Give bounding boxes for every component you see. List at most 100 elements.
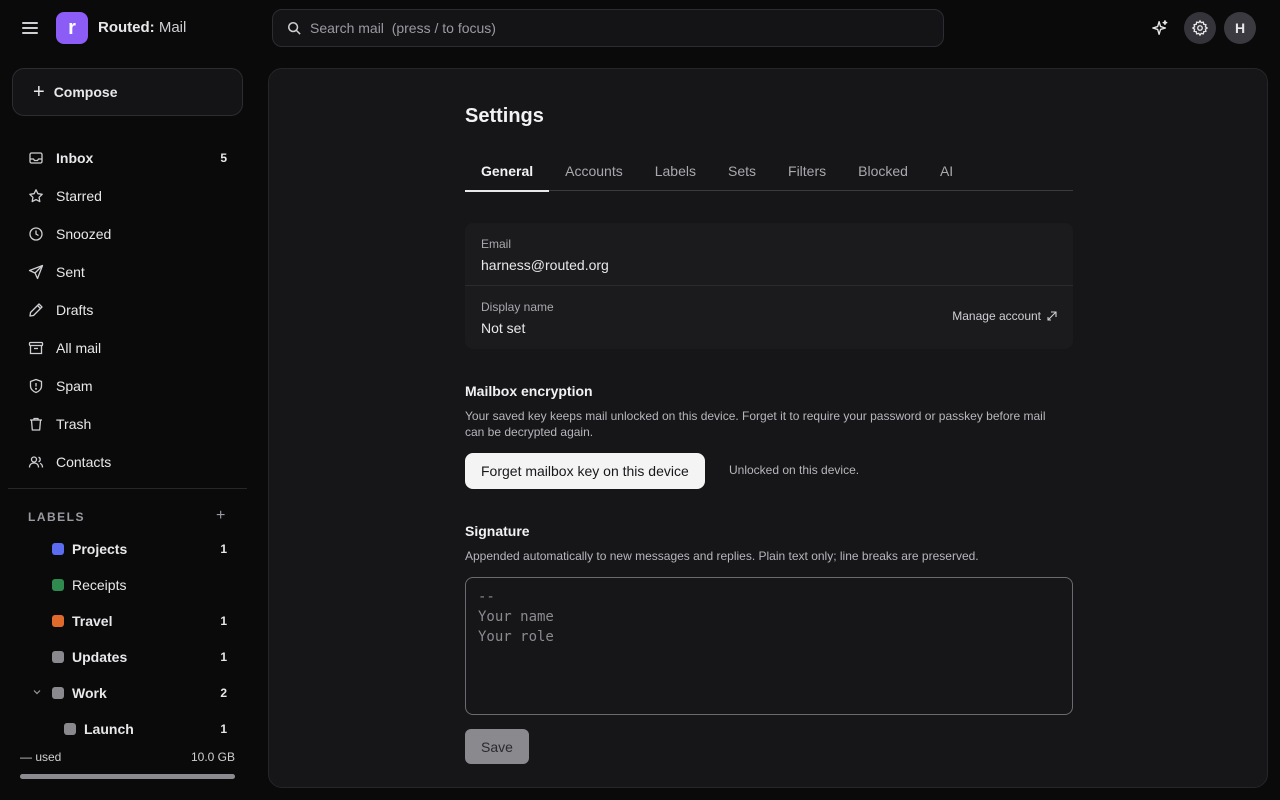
label-name: Work	[72, 685, 107, 701]
chevron-down-icon[interactable]	[33, 688, 41, 696]
settings-button[interactable]	[1184, 12, 1216, 44]
sidebar-item-drafts[interactable]: Drafts	[12, 291, 243, 329]
search-bar[interactable]	[272, 9, 944, 47]
label-item-receipts[interactable]: Receipts	[12, 567, 243, 603]
tab-labels[interactable]: Labels	[639, 155, 712, 191]
encryption-description: Your saved key keeps mail unlocked on th…	[465, 409, 1046, 439]
label-name: Projects	[72, 541, 128, 557]
label-name: Launch	[84, 721, 134, 737]
account-info-card: Email harness@routed.org Display name No…	[465, 223, 1073, 349]
display-name-label: Display name	[481, 300, 554, 314]
tab-accounts[interactable]: Accounts	[549, 155, 639, 191]
sidebar-item-all-mail[interactable]: All mail	[12, 329, 243, 367]
brand-name: Mail	[158, 19, 187, 36]
app-logo: r	[56, 12, 88, 44]
app-title: Routed: Mail	[98, 19, 186, 36]
labels-heading: LABELS	[28, 510, 85, 524]
menu-icon[interactable]	[20, 18, 40, 38]
tab-blocked[interactable]: Blocked	[842, 155, 924, 191]
sidebar-divider	[8, 488, 247, 489]
label-color-swatch	[52, 615, 64, 627]
label-color-swatch	[64, 723, 76, 735]
search-icon	[287, 21, 301, 35]
label-color-swatch	[52, 687, 64, 699]
sidebar-item-label: Snoozed	[56, 226, 112, 242]
label-item-work[interactable]: Work 2	[12, 675, 243, 711]
search-input[interactable]	[310, 20, 910, 36]
plus-icon: +	[33, 81, 45, 103]
label-count: 1	[220, 614, 227, 628]
plus-icon: +	[216, 507, 226, 524]
label-item-travel[interactable]: Travel 1	[12, 603, 243, 639]
display-name-row: Display name Not set	[481, 300, 554, 336]
sparkle-icon	[1152, 20, 1168, 35]
save-button[interactable]: Save	[465, 729, 529, 764]
sidebar-item-label: Inbox	[56, 150, 94, 166]
sidebar-item-label: Trash	[56, 416, 92, 432]
label-item-launch[interactable]: Launch 1	[12, 711, 243, 747]
sidebar-item-label: Drafts	[56, 302, 94, 318]
users-icon	[28, 456, 44, 468]
sidebar-item-snoozed[interactable]: Snoozed	[12, 215, 243, 253]
label-item-updates[interactable]: Updates 1	[12, 639, 243, 675]
ai-assistant-button[interactable]	[1144, 12, 1176, 44]
settings-tabs: General Accounts Labels Sets Filters Blo…	[465, 155, 1073, 192]
storage-bar-fill	[20, 774, 235, 779]
mailbox-nav: Inbox 5 Starred Snoozed Sent Drafts All …	[12, 139, 243, 481]
storage-used: — used	[20, 750, 62, 764]
compose-label: Compose	[53, 84, 118, 100]
email-value: harness@routed.org	[481, 257, 609, 273]
email-label: Email	[481, 237, 512, 251]
sidebar-item-label: Sent	[56, 264, 85, 280]
signature-description: Appended automatically to new messages a…	[465, 549, 979, 563]
manage-account-link[interactable]: Manage account	[952, 309, 1057, 323]
compose-button[interactable]: + Compose	[12, 68, 243, 116]
sidebar-item-label: Spam	[56, 378, 93, 394]
forget-key-button[interactable]: Forget mailbox key on this device	[465, 453, 705, 489]
label-color-swatch	[52, 543, 64, 555]
main-panel: Settings General Accounts Labels Sets Fi…	[268, 68, 1268, 788]
encryption-heading: Mailbox encryption	[465, 383, 593, 399]
send-icon	[28, 264, 44, 280]
unread-count: 5	[220, 151, 227, 165]
sidebar-item-inbox[interactable]: Inbox 5	[12, 139, 243, 177]
label-item-projects[interactable]: Projects 1	[12, 531, 243, 567]
inbox-icon	[29, 152, 43, 164]
add-label-button[interactable]: +	[216, 507, 225, 525]
tab-general[interactable]: General	[465, 155, 550, 192]
row-divider	[465, 285, 1073, 286]
sidebar-item-sent[interactable]: Sent	[12, 253, 243, 291]
sidebar-item-label: All mail	[56, 340, 102, 356]
label-name: Travel	[72, 613, 113, 629]
shield-icon	[29, 378, 43, 394]
tab-sets[interactable]: Sets	[712, 155, 772, 191]
signature-heading: Signature	[465, 523, 530, 539]
label-count: 2	[220, 686, 227, 700]
top-bar: r Routed: Mail H	[0, 0, 1280, 56]
avatar[interactable]: H	[1224, 12, 1256, 44]
signature-textarea[interactable]	[465, 577, 1073, 715]
tab-ai[interactable]: AI	[924, 155, 969, 191]
trash-icon	[30, 417, 42, 431]
sidebar-item-spam[interactable]: Spam	[12, 367, 243, 405]
sidebar-item-contacts[interactable]: Contacts	[12, 443, 243, 481]
clock-icon	[29, 227, 43, 241]
label-color-swatch	[52, 579, 64, 591]
page-title: Settings	[465, 105, 544, 127]
sidebar-item-starred[interactable]: Starred	[12, 177, 243, 215]
tab-filters[interactable]: Filters	[772, 155, 842, 191]
label-name: Receipts	[72, 577, 127, 593]
sidebar-item-trash[interactable]: Trash	[12, 405, 243, 443]
pencil-icon	[29, 303, 43, 317]
gear-icon	[1191, 19, 1209, 37]
label-count: 1	[220, 650, 227, 664]
sidebar-item-label: Starred	[56, 188, 102, 204]
label-count: 1	[220, 542, 227, 556]
email-row: Email harness@routed.org	[481, 237, 609, 273]
label-count: 1	[220, 722, 227, 736]
labels-list: Projects 1 Receipts Travel 1 Updates 1 W…	[12, 531, 243, 747]
sidebar-item-label: Contacts	[56, 454, 112, 470]
sidebar: + Compose Inbox 5 Starred Snoozed Sent D…	[0, 56, 256, 800]
unlock-status: Unlocked on this device.	[729, 463, 860, 477]
archive-icon	[28, 341, 44, 355]
